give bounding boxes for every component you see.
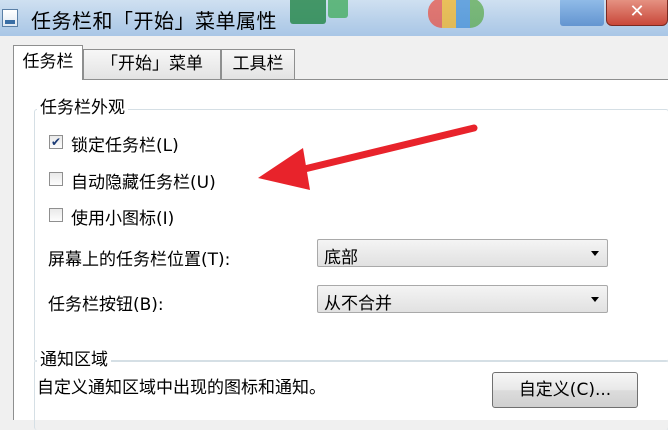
checkbox-unchecked[interactable]	[49, 207, 63, 222]
checkbox-checked[interactable]: ✔	[49, 134, 63, 149]
notification-description: 自定义通知区域中出现的图标和通知。	[37, 378, 326, 398]
title-bar[interactable]: 任务栏和「开始」菜单属性 ✕	[0, 0, 668, 36]
group-title-appearance: 任务栏外观	[37, 93, 128, 118]
customize-button[interactable]: 自定义(C)...	[492, 372, 638, 408]
background-app-icon	[328, 0, 348, 18]
taskbar-position-dropdown[interactable]: 底部	[317, 239, 608, 268]
close-icon: ✕	[629, 1, 645, 22]
checkbox-label: 使用小图标(I)	[71, 209, 175, 229]
tab-start-menu[interactable]: 「开始」菜单	[83, 49, 221, 79]
checkbox-small-icons[interactable]: 使用小图标(I)	[49, 204, 175, 229]
window-icon	[2, 9, 18, 27]
dropdown-value: 从不合并	[324, 294, 392, 314]
background-windows-logo	[428, 0, 484, 28]
dropdown-value: 底部	[324, 248, 358, 268]
checkbox-auto-hide[interactable]: 自动隐藏任务栏(U)	[49, 168, 216, 193]
taskbar-position-label: 屏幕上的任务栏位置(T):	[48, 250, 231, 270]
window-title: 任务栏和「开始」菜单属性	[31, 9, 277, 33]
tab-taskbar[interactable]: 任务栏	[13, 45, 83, 80]
chevron-down-icon	[591, 251, 599, 256]
group-title-notification: 通知区域	[37, 345, 111, 370]
checkbox-label: 自动隐藏任务栏(U)	[71, 173, 216, 193]
checkbox-label: 锁定任务栏(L)	[71, 136, 179, 156]
close-button[interactable]: ✕	[606, 0, 668, 26]
tab-panel: 任务栏外观 ✔ 锁定任务栏(L) 自动隐藏任务栏(U) 使用小图标(I) 屏幕上的…	[13, 79, 668, 430]
taskbar-buttons-dropdown[interactable]: 从不合并	[317, 285, 608, 314]
background-monitor-icon	[560, 0, 604, 26]
chevron-down-icon	[591, 297, 599, 302]
tab-toolbars[interactable]: 工具栏	[221, 49, 295, 79]
checkbox-lock-taskbar[interactable]: ✔ 锁定任务栏(L)	[49, 131, 179, 156]
checkbox-unchecked[interactable]	[49, 171, 63, 186]
taskbar-buttons-label: 任务栏按钮(B):	[48, 295, 164, 315]
background-app-icon	[290, 0, 326, 24]
